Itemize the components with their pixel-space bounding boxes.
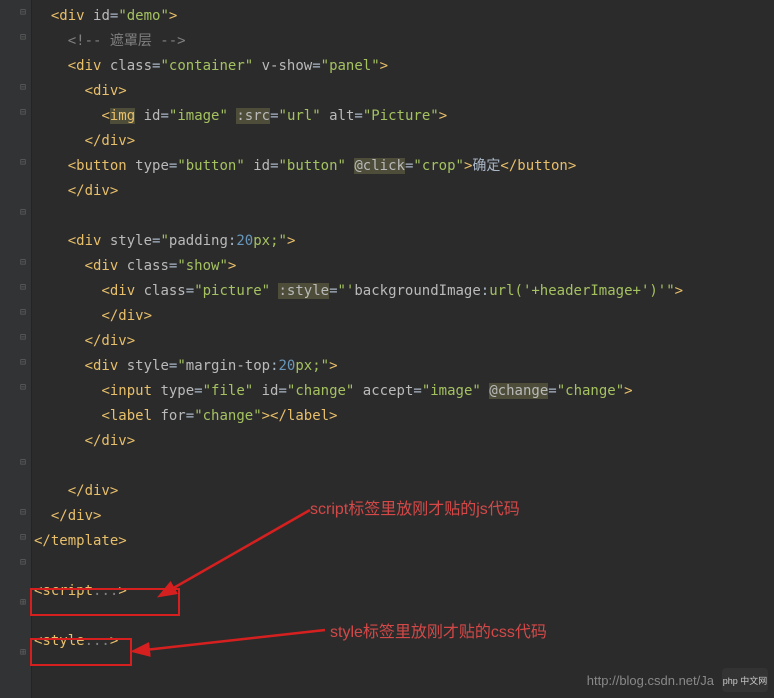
logo-badge: php 中文网 — [722, 668, 768, 692]
fold-icon[interactable]: ⊟ — [18, 508, 28, 518]
fold-icon[interactable]: ⊟ — [18, 8, 28, 18]
code-line: <label for="change"></label> — [34, 404, 774, 429]
fold-icon[interactable]: ⊟ — [18, 308, 28, 318]
code-line: <div> — [34, 79, 774, 104]
code-line — [34, 204, 774, 229]
code-line: </div> — [34, 504, 774, 529]
code-line — [34, 454, 774, 479]
fold-icon[interactable]: ⊟ — [18, 533, 28, 543]
fold-icon[interactable]: ⊟ — [18, 558, 28, 568]
code-line — [34, 604, 774, 629]
code-line: <div class="container" v-show="panel"> — [34, 54, 774, 79]
fold-icon[interactable]: ⊟ — [18, 208, 28, 218]
code-line: <input type="file" id="change" accept="i… — [34, 379, 774, 404]
code-line: </div> — [34, 479, 774, 504]
fold-icon[interactable]: ⊟ — [18, 33, 28, 43]
code-line: <div class="show"> — [34, 254, 774, 279]
code-line-folded[interactable]: <style...> — [34, 629, 774, 654]
fold-icon[interactable]: ⊟ — [18, 258, 28, 268]
fold-icon[interactable]: ⊟ — [18, 383, 28, 393]
code-line: <button type="button" id="button" @click… — [34, 154, 774, 179]
fold-icon[interactable]: ⊟ — [18, 158, 28, 168]
fold-icon[interactable]: ⊞ — [18, 648, 28, 658]
fold-icon[interactable]: ⊟ — [18, 458, 28, 468]
watermark-text: http://blog.csdn.net/Ja — [587, 673, 714, 688]
code-line — [34, 554, 774, 579]
code-line: <!-- 遮罩层 --> — [34, 29, 774, 54]
fold-icon[interactable]: ⊟ — [18, 83, 28, 93]
code-line-folded[interactable]: <script...> — [34, 579, 774, 604]
code-line: </div> — [34, 329, 774, 354]
code-line: </div> — [34, 429, 774, 454]
code-line: <div style="padding:20px;"> — [34, 229, 774, 254]
fold-icon[interactable]: ⊟ — [18, 358, 28, 368]
code-line: <div style="margin-top:20px;"> — [34, 354, 774, 379]
code-line: </template> — [34, 529, 774, 554]
fold-icon[interactable]: ⊞ — [18, 598, 28, 608]
code-editor[interactable]: <div id="demo"> <!-- 遮罩层 --> <div class=… — [34, 0, 774, 654]
fold-icon[interactable]: ⊟ — [18, 108, 28, 118]
fold-icon[interactable]: ⊟ — [18, 283, 28, 293]
code-gutter: ⊟ ⊟ ⊟ ⊟ ⊟ ⊟ ⊟ ⊟ ⊟ ⊟ ⊟ ⊟ ⊟ ⊟ ⊟ ⊟ ⊞ ⊞ — [0, 0, 32, 698]
code-line: </div> — [34, 179, 774, 204]
code-line: <div id="demo"> — [34, 4, 774, 29]
code-line: </div> — [34, 129, 774, 154]
fold-icon[interactable]: ⊟ — [18, 333, 28, 343]
code-line: <img id="image" :src="url" alt="Picture"… — [34, 104, 774, 129]
code-line: <div class="picture" :style="'background… — [34, 279, 774, 304]
code-line: </div> — [34, 304, 774, 329]
